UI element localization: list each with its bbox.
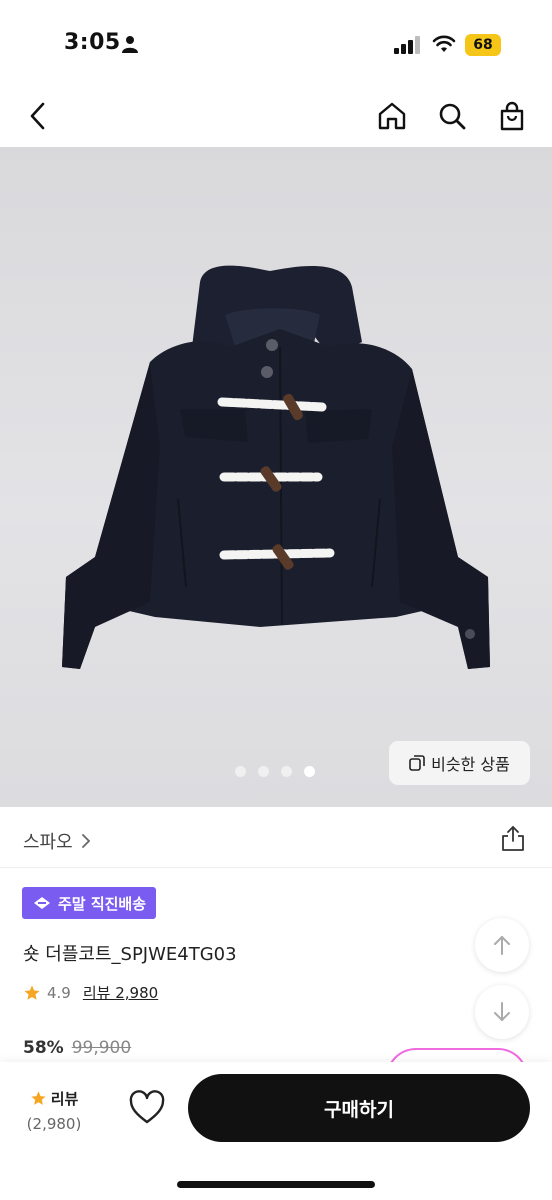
share-icon[interactable] (500, 824, 526, 852)
price-row: 58% 99,900 (23, 1038, 131, 1058)
brand-row: 스파오 (0, 808, 552, 868)
review-count: (2,980) (26, 1115, 82, 1133)
gallery-dot[interactable] (258, 766, 269, 777)
status-time: 3:05 (64, 30, 121, 55)
brand-link[interactable]: 스파오 (23, 828, 91, 854)
bottom-action-bar: 리뷰 (2,980) 구매하기 (0, 1062, 552, 1200)
gallery-page-indicator[interactable] (235, 766, 315, 777)
review-label: 리뷰 (50, 1090, 79, 1108)
star-icon (31, 1091, 46, 1105)
scroll-down-button[interactable] (475, 985, 529, 1039)
battery-indicator: 68 (465, 34, 501, 56)
top-nav (0, 90, 552, 146)
cellular-signal-icon (394, 36, 420, 54)
gallery-dot[interactable] (235, 766, 246, 777)
arrow-down-icon (494, 1002, 510, 1021)
product-image-gallery[interactable]: 비슷한 상품 (0, 147, 552, 807)
home-icon[interactable] (374, 98, 410, 134)
home-indicator (177, 1181, 375, 1188)
product-title: 숏 더플코트_SPJWE4TG03 (23, 944, 237, 965)
gallery-dot[interactable] (281, 766, 292, 777)
shopping-bag-icon[interactable] (494, 98, 530, 134)
review-count-link[interactable]: 리뷰 2,980 (83, 982, 158, 1003)
review-summary[interactable]: 리뷰 (2,980) (24, 1088, 84, 1133)
delivery-badge-label: 주말 직진배송 (58, 894, 147, 913)
rating-value: 4.9 (47, 983, 71, 1002)
status-bar: 3:05 68 (0, 0, 552, 90)
gallery-dot-active[interactable] (304, 766, 315, 777)
arrow-up-icon (494, 936, 510, 955)
rating-row: 4.9 리뷰 2,980 (23, 982, 158, 1003)
back-icon[interactable] (20, 98, 56, 134)
heart-icon[interactable] (128, 1090, 166, 1126)
copy-icon (409, 755, 425, 771)
similar-products-label: 비슷한 상품 (431, 755, 510, 774)
wifi-icon (432, 35, 456, 52)
original-price: 99,900 (71, 1038, 132, 1058)
person-icon (122, 36, 138, 53)
star-icon (24, 985, 40, 1000)
search-icon[interactable] (434, 98, 470, 134)
weekend-delivery-badge: 주말 직진배송 (22, 887, 157, 919)
buy-button[interactable]: 구매하기 (188, 1074, 530, 1142)
discount-rate: 58% (23, 1038, 64, 1058)
similar-products-button[interactable]: 비슷한 상품 (389, 741, 530, 785)
fast-delivery-icon (34, 897, 50, 909)
brand-name: 스파오 (23, 832, 73, 853)
chevron-right-icon (81, 834, 90, 848)
product-photo-duffle-coat (62, 265, 490, 669)
scroll-up-button[interactable] (475, 918, 529, 972)
